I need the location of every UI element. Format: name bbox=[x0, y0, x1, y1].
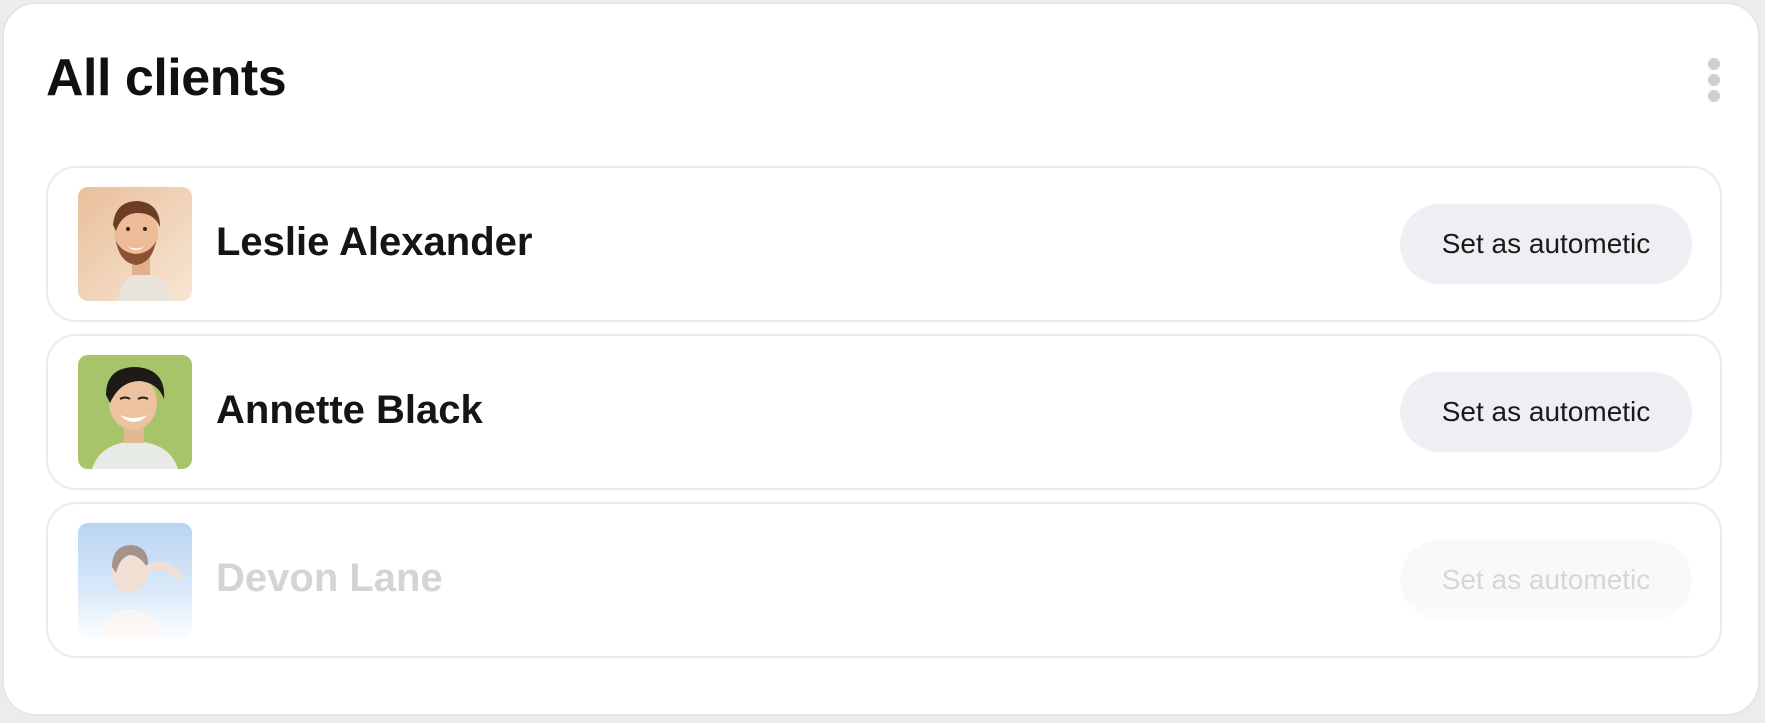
set-automatic-button[interactable]: Set as autometic bbox=[1400, 204, 1692, 284]
set-automatic-button[interactable]: Set as autometic bbox=[1400, 372, 1692, 452]
client-name: Annette Black bbox=[216, 388, 483, 432]
client-photo bbox=[78, 355, 192, 469]
all-clients-card: All clients Leslie Alexander Set as auto… bbox=[2, 2, 1760, 716]
menu-dot bbox=[1708, 58, 1720, 70]
client-row: Annette Black Set as autometic bbox=[46, 334, 1722, 490]
client-row: Devon Lane Set as autometic bbox=[46, 502, 1722, 658]
client-name: Leslie Alexander bbox=[216, 220, 533, 264]
more-options-icon[interactable] bbox=[1700, 58, 1728, 114]
client-list: Leslie Alexander Set as autometic Annett… bbox=[46, 166, 1722, 670]
avatar bbox=[78, 523, 192, 637]
client-photo bbox=[78, 187, 192, 301]
set-automatic-button[interactable]: Set as autometic bbox=[1400, 540, 1692, 620]
client-photo bbox=[78, 523, 192, 637]
avatar bbox=[78, 355, 192, 469]
menu-dot bbox=[1708, 74, 1720, 86]
menu-dot bbox=[1708, 90, 1720, 102]
client-row: Leslie Alexander Set as autometic bbox=[46, 166, 1722, 322]
avatar bbox=[78, 187, 192, 301]
client-name: Devon Lane bbox=[216, 556, 443, 600]
page-title: All clients bbox=[46, 49, 287, 107]
